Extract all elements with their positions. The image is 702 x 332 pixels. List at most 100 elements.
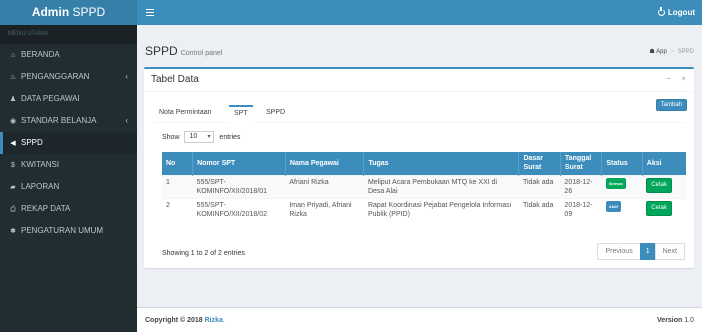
app-title-bold: Admin [31,5,70,19]
sidebar-item-label: STANDAR BELANJA [21,116,97,125]
home-icon: ⌂ [10,52,16,59]
sidebar-item-standar-belanja[interactable]: ◉ STANDAR BELANJA ‹ [0,110,137,132]
sidebar-item-label: BERANDA [21,50,60,59]
column-header[interactable]: Tugas [363,152,520,175]
column-header[interactable]: Nama Pegawai [285,152,365,175]
footer-copyright: Copyright © 2018 [145,317,203,324]
collapse-icon[interactable]: − [666,74,671,83]
logout-label: Logout [667,8,695,17]
column-header[interactable]: Aksi [642,152,686,175]
footer-version: Version 1.0 [657,308,694,332]
column-header[interactable]: No [162,152,194,175]
sidebar-item-label: KWITANSI [21,160,60,169]
length-prefix: Show [162,133,180,141]
shield-icon: ◉ [9,118,17,125]
money-icon: ♨ [9,74,17,81]
cell-aksi: Cetak [642,174,686,198]
cell-dasar: Tidak ada [518,197,561,221]
status-badge: Selesai [605,177,626,189]
users-icon: ♟ [9,96,17,103]
entries-length-control: Show 10 entries [162,131,240,143]
logout-button[interactable]: Logout [657,0,695,25]
sidebar-item-penganggaran[interactable]: ♨ PENGANGGARAN ‹ [0,66,137,88]
cell-tugas: Meliput Acara Pembukaan MTQ ke XXI di De… [363,174,519,198]
app-title-light: SPPD [72,5,106,19]
page-subtitle: Control panel [180,50,223,57]
cell-tanggal: 2018-12-26 [560,174,602,198]
sidebar-item-beranda[interactable]: ⌂ BERANDA [0,44,137,66]
chevron-left-icon: ‹ [125,72,128,81]
cell-dasar: Tidak ada [518,174,561,198]
column-header[interactable]: Status [601,152,643,175]
breadcrumb-home[interactable]: App [656,49,667,55]
table-row: 2 555/SPT-KOMINFO/XII/2018/02 Iman Priyadi… [162,197,686,221]
sidebar-item-label: PENGATURAN UMUM [21,226,104,235]
cell-nama: Afriani Rizka [285,174,364,198]
sidebar-item-pengaturan-umum[interactable]: ✱ PENGATURAN UMUM [0,220,137,242]
pagination-next[interactable]: Next [654,243,685,260]
column-header[interactable]: Dasar Surat [518,152,561,175]
sidebar-item-label: PENGANGGARAN [21,72,90,81]
pagination-page-1[interactable]: 1 [639,243,656,260]
column-header[interactable]: Nomor SPT [192,152,286,175]
length-suffix: entries [219,133,241,141]
add-button[interactable]: Tambah [655,99,687,111]
gear-icon: ✱ [10,228,16,235]
tab-sppd[interactable]: SPPD [261,105,290,123]
print-icon: ⎙ [10,206,16,213]
print-button[interactable]: Cetak [646,200,672,216]
page-title: SPPD Control panel [145,44,222,58]
power-icon [657,7,665,16]
sidebar-item-label: SPPD [21,138,43,147]
close-icon[interactable]: × [681,74,686,83]
cell-no: 2 [162,197,193,221]
tab-spt[interactable]: SPT [229,105,253,123]
pagination-previous[interactable]: Previous [597,243,641,260]
box-tools: − × [658,74,686,83]
cell-nomor: 555/SPT-KOMINFO/XII/2018/02 [192,197,286,221]
sidebar-item-data-pegawai[interactable]: ♟ DATA PEGAWAI [0,88,137,110]
sidebar-section-label: MENU UTAMA [0,25,137,44]
sidebar-menu: ⌂ BERANDA ♨ PENGANGGARAN ‹ ♟ DATA PEGAWAI ◉ STAN… [0,44,137,242]
cell-nomor: 555/SPT-KOMINFO/XII/2018/01 [192,174,286,198]
sidebar-item-rekap-data[interactable]: ⎙ REKAP DATA [0,198,137,220]
entries-select[interactable]: 10 [184,131,215,143]
table-info: Showing 1 to 2 of 2 entries [162,250,245,257]
breadcrumb: ☗ App > SPPD [649,49,694,55]
pagination: Previous 1 Next [597,243,685,260]
table-body: 1 555/SPT-KOMINFO/XII/2018/01 Afriani Rizk… [162,174,686,221]
chevron-left-icon: ‹ [125,116,128,125]
column-header[interactable]: Tanggal Surat [560,152,603,175]
spt-table: No Nomor SPT Nama Pegawai Tugas Dasar Surat T… [162,152,686,221]
sidebar-item-kwitansi[interactable]: $ KWITANSI [0,154,137,176]
footer-author-link[interactable]: Rizka [205,317,223,324]
sidebar-item-sppd[interactable]: ◀ SPPD [0,132,137,154]
dollar-icon: $ [11,162,15,169]
sidebar: MENU UTAMA ⌂ BERANDA ♨ PENGANGGARAN ‹ ♟ DATA P… [0,25,137,332]
sidebar-item-laporan[interactable]: ▰ LAPORAN [0,176,137,198]
sidebar-item-label: REKAP DATA [21,204,71,213]
app-logo[interactable]: Admin SPPD [0,0,137,25]
status-badge: Aktif [605,200,621,212]
page-title-text: SPPD [145,44,178,58]
sidebar-item-label: DATA PEGAWAI [21,94,80,103]
cell-no: 1 [162,174,193,198]
version-label: Version [657,317,683,324]
cell-status: Selesai [601,174,643,198]
cell-nama: Iman Priyadi, Afriani Rizka [285,197,364,221]
print-button[interactable]: Cetak [646,177,672,193]
tab-bar: Nota Permintaan SPT SPPD [154,105,684,123]
sidebar-toggle-icon[interactable] [146,9,154,16]
book-icon: ▰ [10,184,16,191]
cell-tanggal: 2018-12-09 [560,197,602,221]
breadcrumb-current: SPPD [677,49,694,55]
version-value: 1.0 [684,317,694,324]
sidebar-item-label: LAPORAN [21,182,60,191]
data-table-box: Tabel Data − × Nota Permintaan SPT SPPD … [144,67,694,268]
cell-status: Aktif [601,197,643,221]
dashboard-icon: ☗ [649,49,655,55]
table-row: 1 555/SPT-KOMINFO/XII/2018/01 Afriani Rizk… [162,174,686,198]
top-navbar: Logout [137,0,702,25]
tab-nota-permintaan[interactable]: Nota Permintaan [154,105,217,123]
cell-tugas: Rapat Koordinasi Pejabat Pengelola Infor… [363,197,519,221]
